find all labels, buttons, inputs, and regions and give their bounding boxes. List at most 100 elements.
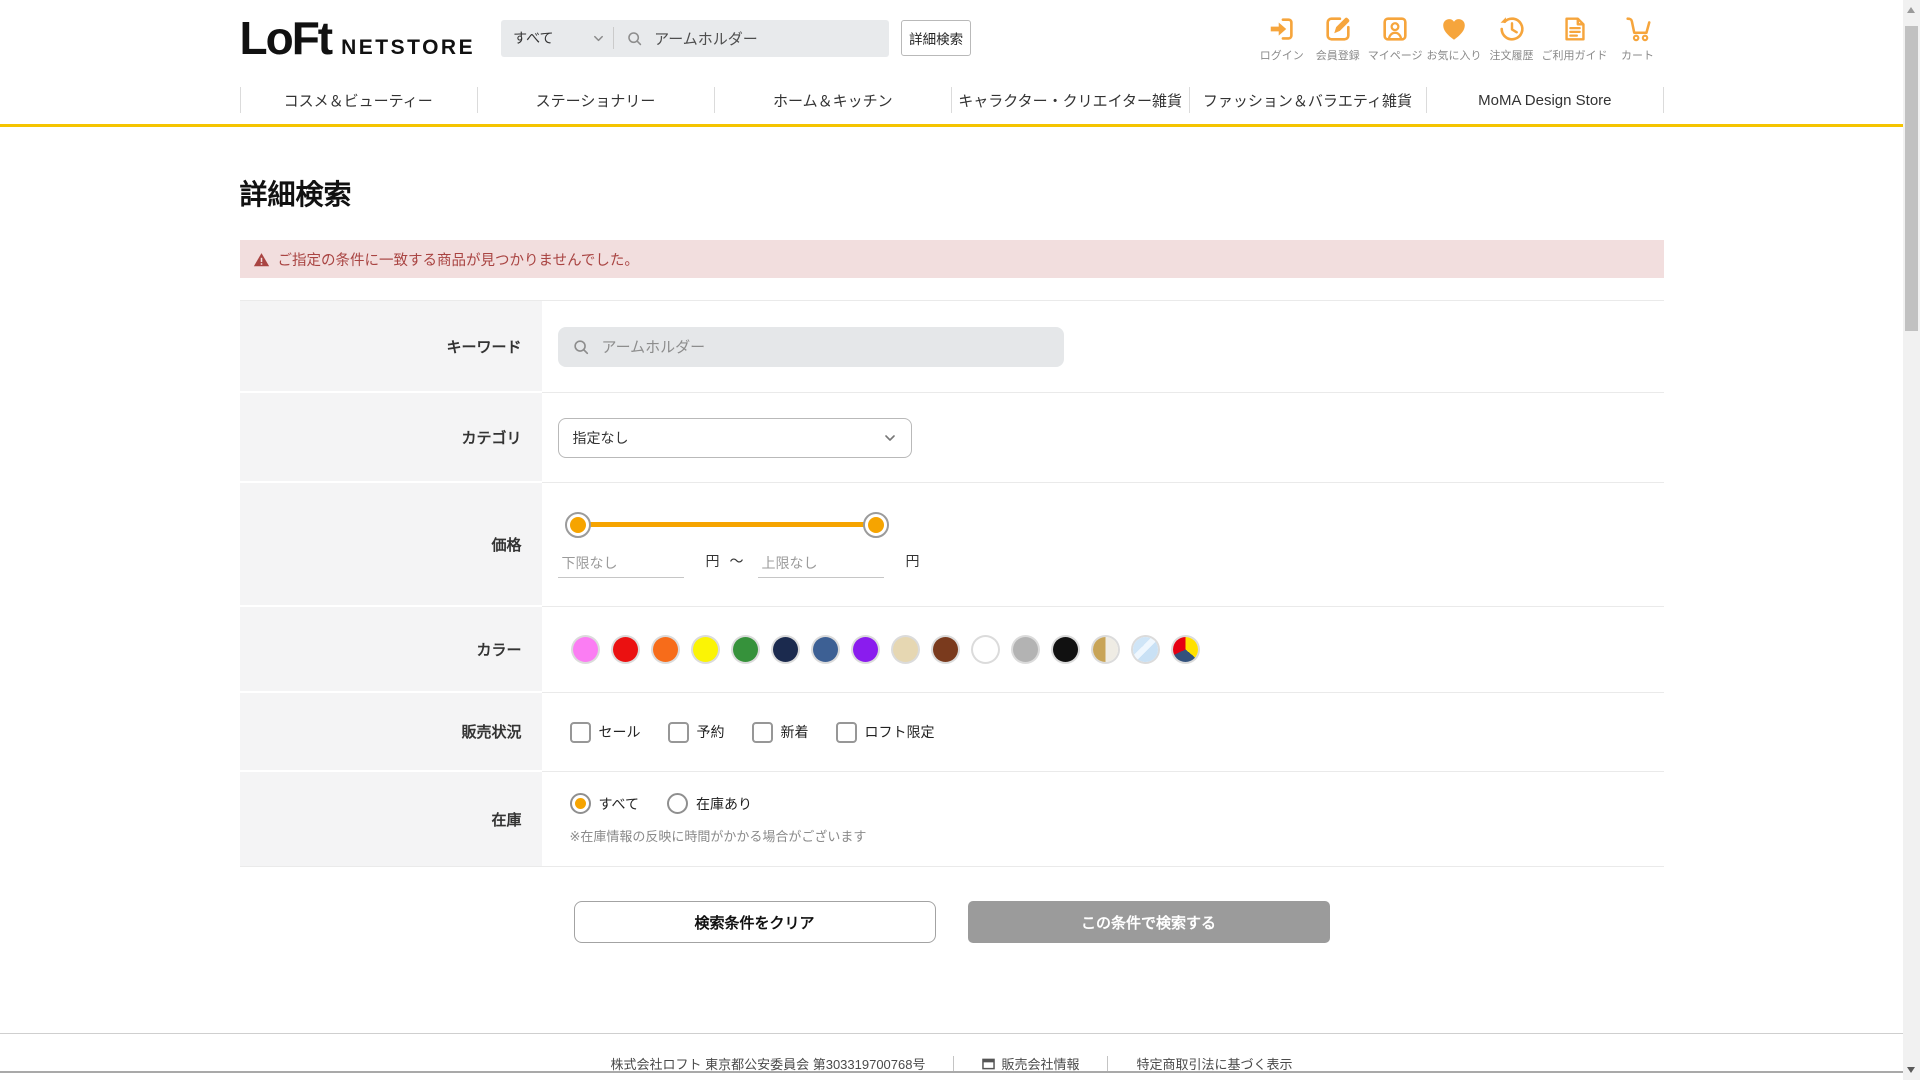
nav-item[interactable]: コスメ＆ビューティー bbox=[239, 76, 477, 124]
radio-button[interactable] bbox=[666, 793, 688, 814]
footer-divider bbox=[1107, 1056, 1109, 1071]
slider-track[interactable] bbox=[577, 521, 876, 527]
cart-icon bbox=[1623, 14, 1653, 44]
stock-option-in-stock[interactable]: 在庫あり bbox=[666, 793, 752, 814]
search-scope-select[interactable]: すべて bbox=[501, 28, 613, 48]
category-select[interactable]: 指定なし bbox=[557, 417, 912, 458]
checkbox-label: ロフト限定 bbox=[864, 724, 935, 740]
color-swatch-green[interactable] bbox=[732, 637, 758, 662]
color-swatch-gray[interactable] bbox=[1012, 637, 1038, 662]
radio-label: 在庫あり bbox=[695, 795, 752, 812]
color-swatch-pink[interactable] bbox=[572, 637, 598, 662]
radio-button[interactable] bbox=[569, 793, 591, 814]
price-min-input[interactable] bbox=[557, 552, 684, 578]
utility-link-label: 注文履歴 bbox=[1489, 49, 1534, 62]
utility-link-label: お気に入り bbox=[1426, 49, 1482, 62]
clear-conditions-button[interactable]: 検索条件をクリア bbox=[573, 901, 936, 943]
stock-option-all[interactable]: すべて bbox=[569, 793, 639, 814]
color-swatch-red[interactable] bbox=[612, 637, 638, 662]
page-title: 詳細検索 bbox=[239, 179, 352, 210]
sales-status-label: 販売状況 bbox=[239, 693, 542, 772]
nav-item[interactable]: ファッション＆バラエティ雑貨 bbox=[1188, 76, 1426, 124]
price-range-slider bbox=[564, 511, 889, 538]
color-swatch-blue[interactable] bbox=[812, 637, 838, 662]
header-search-input[interactable] bbox=[652, 28, 878, 48]
nav-item[interactable]: MoMA Design Store bbox=[1426, 76, 1663, 124]
nav-item[interactable]: キャラクター・クリエイター雑貨 bbox=[951, 76, 1188, 124]
order-history-icon bbox=[1497, 14, 1527, 44]
keyword-field bbox=[557, 326, 1064, 367]
checkbox-label: 予約 bbox=[696, 724, 725, 740]
slider-handle-min[interactable] bbox=[564, 511, 591, 538]
stock-label: 在庫 bbox=[239, 772, 542, 866]
price-max-input[interactable] bbox=[757, 552, 884, 578]
color-swatch-brown[interactable] bbox=[932, 637, 958, 662]
chevron-down-icon bbox=[884, 434, 895, 441]
login-icon bbox=[1267, 14, 1297, 44]
checkbox[interactable] bbox=[751, 721, 773, 743]
search-icon bbox=[573, 339, 588, 354]
error-message: ご指定の条件に一致する商品が見つかりませんでした。 bbox=[239, 240, 1664, 278]
utility-link-label: カート bbox=[1621, 49, 1654, 62]
logo-primary: LoFt bbox=[239, 12, 334, 64]
footer-divider bbox=[953, 1056, 955, 1071]
loft-logo[interactable]: LoFt NETSTORE bbox=[240, 15, 476, 61]
color-swatch-black[interactable] bbox=[1052, 637, 1078, 662]
header-link-cart[interactable]: カート bbox=[1612, 14, 1664, 63]
slider-handle-max[interactable] bbox=[862, 511, 889, 538]
search-with-conditions-button[interactable]: この条件で検索する bbox=[967, 901, 1330, 943]
search-icon bbox=[628, 31, 642, 45]
utility-link-label: ご利用ガイド bbox=[1541, 49, 1608, 62]
price-label: 価格 bbox=[239, 483, 542, 607]
register-icon bbox=[1323, 14, 1353, 44]
sales-status-option[interactable]: 新着 bbox=[751, 721, 809, 743]
radio-label: すべて bbox=[598, 795, 639, 812]
main-content: 詳細検索 ご指定の条件に一致する商品が見つかりませんでした。 キーワード カテゴ… bbox=[239, 173, 1664, 943]
window-icon bbox=[982, 1058, 996, 1070]
warning-icon bbox=[253, 252, 269, 266]
header-link-register[interactable]: 会員登録 bbox=[1312, 14, 1364, 63]
checkbox[interactable] bbox=[667, 721, 689, 743]
header-link-order-history[interactable]: 注文履歴 bbox=[1486, 14, 1538, 63]
header-link-guide[interactable]: ご利用ガイド bbox=[1542, 14, 1608, 63]
color-swatch-multicolor[interactable] bbox=[1172, 637, 1198, 662]
header-link-favorites[interactable]: お気に入り bbox=[1427, 14, 1482, 63]
color-swatch-purple[interactable] bbox=[852, 637, 878, 662]
favorites-icon bbox=[1439, 14, 1469, 44]
color-swatch-orange[interactable] bbox=[652, 637, 678, 662]
advanced-search-button[interactable]: 詳細検索 bbox=[901, 20, 972, 56]
header: LoFt NETSTORE すべて 詳細検索 ログイン bbox=[240, 0, 1664, 76]
color-swatch-navy[interactable] bbox=[772, 637, 798, 662]
nav-item[interactable]: ステーショナリー bbox=[476, 76, 714, 124]
keyword-input[interactable] bbox=[599, 337, 1050, 356]
mypage-icon bbox=[1380, 14, 1410, 44]
header-link-login[interactable]: ログイン bbox=[1256, 14, 1308, 63]
color-label: カラー bbox=[239, 607, 542, 693]
color-swatch-yellow[interactable] bbox=[692, 637, 718, 662]
header-link-mypage[interactable]: マイページ bbox=[1368, 14, 1423, 63]
advanced-search-form: キーワード カテゴリ 指定なし 価格 bbox=[239, 300, 1664, 867]
scrollbar-down-arrow[interactable] bbox=[1907, 1067, 1915, 1073]
logo-secondary: NETSTORE bbox=[341, 36, 476, 59]
sales-status-option[interactable]: セール bbox=[569, 721, 641, 743]
utility-link-label: 会員登録 bbox=[1315, 49, 1360, 62]
nav-item[interactable]: ホーム＆キッチン bbox=[714, 76, 951, 124]
scrollbar-up-arrow[interactable] bbox=[1907, 7, 1915, 13]
price-unit: 円 bbox=[905, 552, 920, 569]
vertical-scrollbar bbox=[1903, 0, 1920, 1080]
footer: 株式会社ロフト 東京都公安委員会 第303319700768号 販売会社情報 特定… bbox=[0, 1033, 1903, 1081]
keyword-label: キーワード bbox=[239, 301, 542, 393]
color-swatch-clear[interactable] bbox=[1132, 637, 1158, 662]
color-swatch-beige[interactable] bbox=[892, 637, 918, 662]
stock-note: ※在庫情報の反映に時間がかかる場合がございます bbox=[569, 829, 867, 844]
color-swatch-white[interactable] bbox=[972, 637, 998, 662]
color-swatch-gold-silver[interactable] bbox=[1092, 637, 1118, 662]
checkbox[interactable] bbox=[835, 721, 857, 743]
price-unit: 円 bbox=[705, 552, 720, 569]
scrollbar-thumb[interactable] bbox=[1905, 26, 1918, 331]
header-utility-links: ログイン 会員登録 マイページ お気に入り 注文履歴 ご利用ガイド カート bbox=[1256, 14, 1664, 63]
checkbox[interactable] bbox=[569, 721, 591, 743]
sales-status-option[interactable]: ロフト限定 bbox=[835, 721, 935, 743]
error-text: ご指定の条件に一致する商品が見つかりませんでした。 bbox=[277, 252, 639, 269]
sales-status-option[interactable]: 予約 bbox=[667, 721, 725, 743]
